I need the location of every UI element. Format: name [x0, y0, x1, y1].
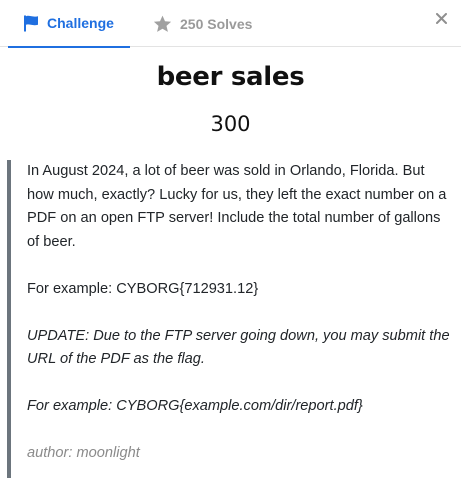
modal-tab-bar: Challenge 250 Solves [0, 0, 461, 48]
flag-icon [23, 15, 39, 32]
description-paragraph: In August 2024, a lot of beer was sold i… [27, 163, 447, 250]
close-button[interactable] [431, 10, 451, 30]
tab-solves-label: 250 Solves [180, 15, 253, 32]
description-update-example: For example: CYBORG{example.com/dir/repo… [27, 398, 363, 414]
tab-solves[interactable]: 250 Solves [153, 0, 252, 47]
description-example: For example: CYBORG{712931.12} [27, 280, 259, 297]
challenge-description: In August 2024, a lot of beer was sold i… [7, 160, 457, 478]
challenge-author: author: moonlight [27, 445, 140, 461]
tab-challenge[interactable]: Challenge [8, 0, 130, 48]
tab-challenge-label: Challenge [47, 15, 114, 31]
star-icon [153, 15, 172, 33]
close-icon [435, 11, 447, 29]
challenge-title: beer sales [156, 62, 305, 92]
description-update: UPDATE: Due to the FTP server going down… [27, 327, 450, 368]
challenge-points: 300 [210, 112, 251, 136]
